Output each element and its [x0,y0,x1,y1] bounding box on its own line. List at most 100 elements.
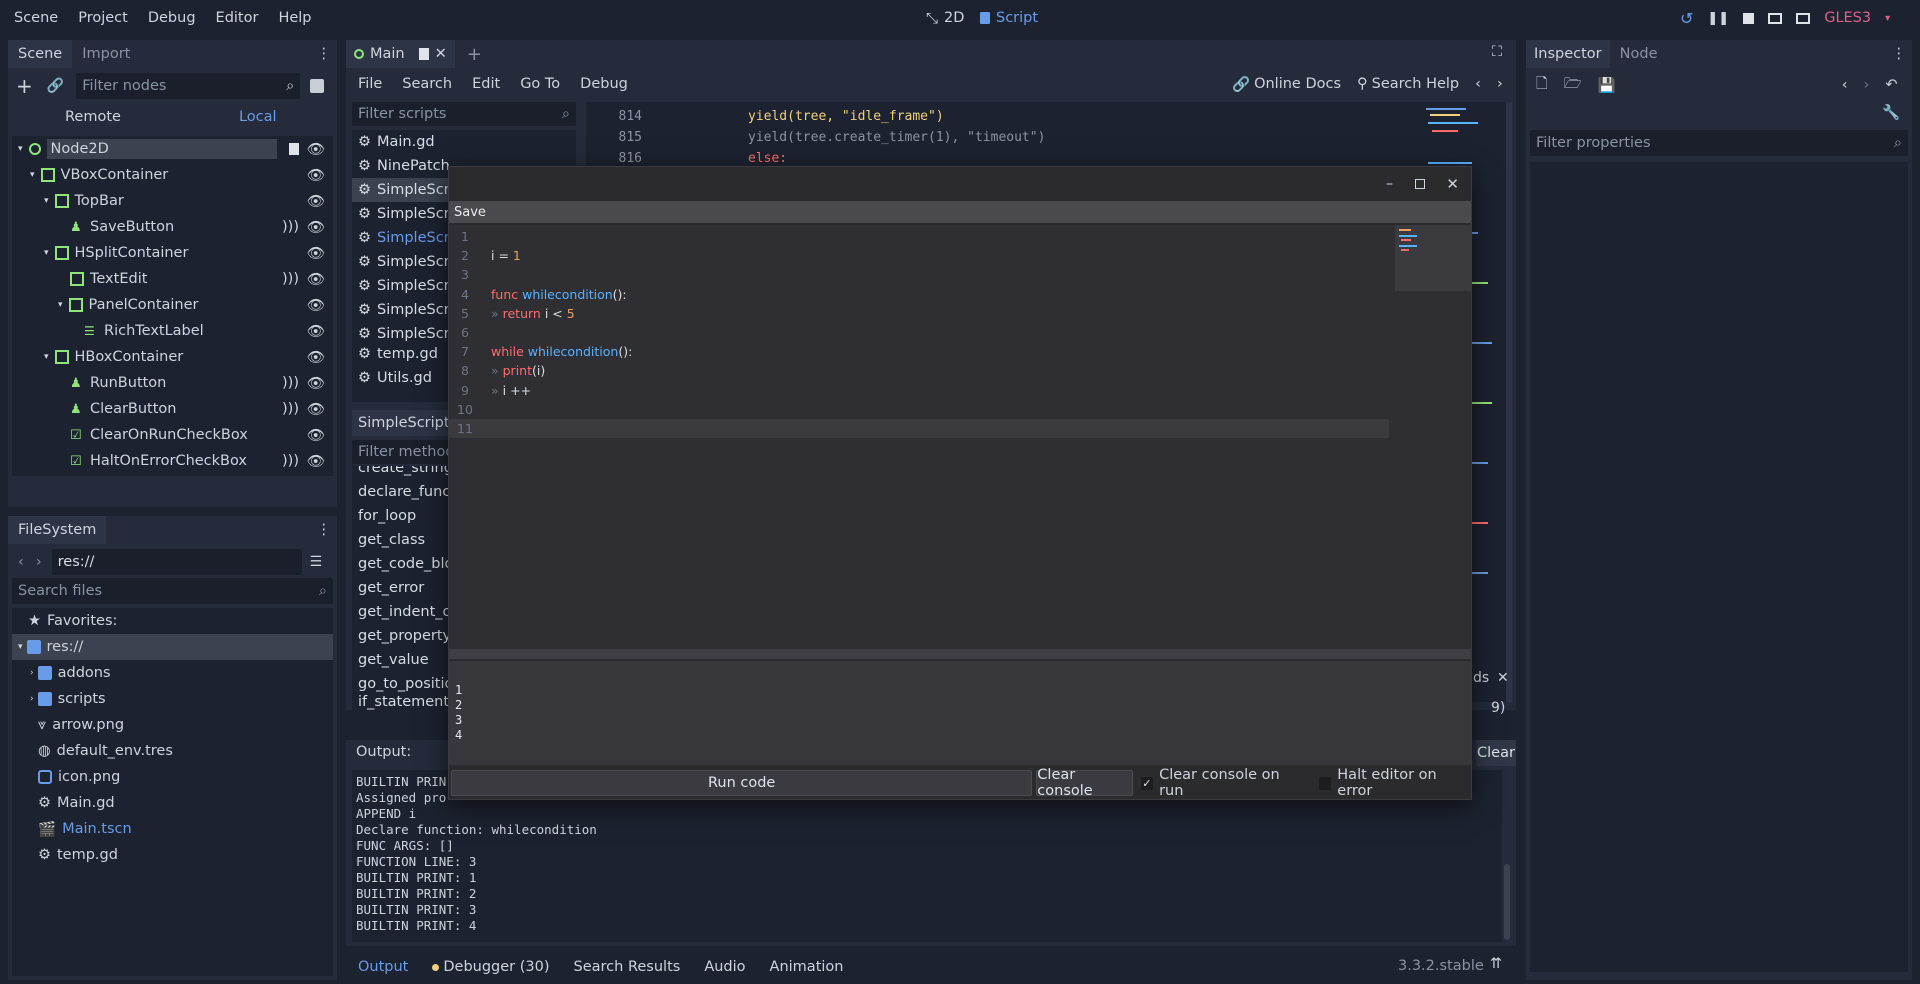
menu-editor[interactable]: Editor [216,10,259,26]
tab-import[interactable]: Import [72,46,140,62]
menu-search[interactable]: Search [402,76,452,92]
fullscreen-icon[interactable]: ⛶ [1492,44,1502,60]
workspace-2d[interactable]: ⤡ 2D [926,0,964,36]
file-item[interactable]: ▾ res:// [12,634,333,660]
next-icon[interactable]: › [1864,77,1870,93]
renderer-label[interactable]: GLES3 [1824,10,1871,26]
link-icon[interactable]: 🔗 [47,78,64,94]
file-item[interactable]: › scripts [12,686,333,712]
favorites-row[interactable]: ★ Favorites: [12,608,333,634]
tab-output[interactable]: Output [358,959,408,975]
menu-goto[interactable]: Go To [520,76,560,92]
tab-audio[interactable]: Audio [704,959,745,975]
filter-properties-input[interactable]: Filter properties ⌕ [1530,130,1908,156]
close-icon[interactable]: ✕ [1446,175,1459,193]
tab-filesystem[interactable]: FileSystem [8,516,107,544]
history-icon[interactable]: ↶ [1885,77,1897,93]
minimize-icon[interactable]: – [1386,176,1393,192]
play-scene-icon[interactable] [1768,12,1783,24]
signal-icon[interactable]: ))) [282,219,299,235]
tree-node[interactable]: ▾ HBoxContainer 👁 [12,344,333,370]
visibility-eye-icon[interactable]: 👁 [307,245,325,262]
menu-project[interactable]: Project [78,10,128,26]
file-item[interactable]: ⚙ temp.gd [12,842,333,868]
workspace-script[interactable]: Script [980,0,1038,36]
visibility-eye-icon[interactable]: 👁 [307,375,325,392]
menu-debug[interactable]: Debug [148,10,196,26]
menu-debug[interactable]: Debug [580,76,628,92]
prev-icon[interactable]: ‹ [1475,76,1481,92]
menu-dots-icon[interactable]: ⋮ [1892,46,1907,62]
visibility-eye-icon[interactable]: 👁 [307,453,325,470]
visibility-eye-icon[interactable]: 👁 [307,271,325,288]
save-button[interactable]: Save [454,205,486,220]
tree-node[interactable]: ♟ RunButton ))) 👁 [12,370,333,396]
chevron-down-icon[interactable]: ▾ [1885,13,1890,24]
maximize-icon[interactable] [1415,179,1425,189]
local-button[interactable]: Local [239,109,277,125]
tools-icon[interactable]: 🔧 [1882,104,1900,121]
tab-search-results[interactable]: Search Results [574,959,681,975]
path-field[interactable]: res:// [51,549,302,575]
menu-dots-icon[interactable]: ⋮ [317,46,332,62]
run-code-button[interactable]: Run code [451,770,1033,796]
visibility-eye-icon[interactable]: 👁 [307,297,325,314]
signal-icon[interactable]: ))) [282,271,299,287]
new-resource-icon[interactable]: 🗋 [1536,73,1548,98]
play-custom-icon[interactable] [1796,12,1811,24]
tree-node[interactable]: ▾ PanelContainer 👁 [12,292,333,318]
tree-node[interactable]: ▾ Node2D 👁 [12,136,333,162]
stop-icon[interactable] [1743,12,1755,24]
add-node-icon[interactable]: + [16,74,33,98]
tab-scene[interactable]: Scene [8,40,73,68]
halt-on-error-checkbox[interactable]: Halt editor on error [1318,767,1471,799]
tree-node[interactable]: ♟ SaveButton ))) 👁 [12,214,333,240]
window-titlebar[interactable]: – ✕ [449,167,1471,201]
tree-node[interactable]: ☑ HaltOnErrorCheckBox ))) 👁 [12,448,333,474]
add-tab-icon[interactable]: + [467,44,482,65]
menu-help[interactable]: Help [278,10,311,26]
expand-bottom-icon[interactable]: ⇈ [1490,956,1502,972]
visibility-eye-icon[interactable]: 👁 [307,219,325,236]
dialog-code-editor[interactable]: 12i = 1 3 4 func whilecondition(): 5» return… [449,225,1471,649]
menu-scene[interactable]: Scene [14,10,58,26]
tab-main[interactable]: Main ✕ [346,40,455,68]
menu-edit[interactable]: Edit [472,76,500,92]
tree-node[interactable]: ▾ HSplitContainer 👁 [12,240,333,266]
script-remove-icon[interactable] [310,79,325,93]
clear-console-button[interactable]: Clear console [1036,767,1133,799]
visibility-eye-icon[interactable]: 👁 [307,349,325,366]
split-handle[interactable] [449,649,1471,659]
tree-node[interactable]: ☑ ClearOnRunCheckBox 👁 [12,422,333,448]
signal-icon[interactable]: ))) [282,375,299,391]
undo-icon[interactable]: ↺ [1680,9,1693,28]
menu-file[interactable]: File [358,76,382,92]
back-icon[interactable]: ‹ [18,554,24,570]
file-item[interactable]: icon.png [12,764,333,790]
save-icon[interactable]: 💾 [1598,77,1616,94]
split-mode-icon[interactable]: ☰ [310,554,323,570]
tab-inspector[interactable]: Inspector [1526,40,1610,68]
signal-icon[interactable]: ))) [282,401,299,417]
dialog-minimap[interactable] [1395,225,1471,291]
output-scrollbar[interactable] [1504,864,1510,940]
visibility-eye-icon[interactable]: 👁 [307,323,325,340]
menu-dots-icon[interactable]: ⋮ [317,522,332,538]
pause-icon[interactable]: ❚❚ [1707,11,1729,26]
open-folder-icon[interactable]: 🗁 [1564,73,1582,98]
tree-node[interactable]: ▾ VBoxContainer 👁 [12,162,333,188]
visibility-eye-icon[interactable]: 👁 [307,401,325,418]
file-item[interactable]: › addons [12,660,333,686]
tab-animation[interactable]: Animation [770,959,844,975]
file-item[interactable]: 🎬 Main.tscn [12,816,333,842]
tab-debugger[interactable]: Debugger (30) [443,959,549,975]
filter-nodes-input[interactable]: Filter nodes ⌕ [76,73,301,99]
filter-scripts-input[interactable]: Filter scripts ⌕ [352,102,576,126]
tab-node[interactable]: Node [1610,46,1668,62]
file-item[interactable]: ◍ default_env.tres [12,738,333,764]
close-icon[interactable]: ✕ [1497,670,1509,686]
search-files-input[interactable]: Search files ⌕ [12,578,333,604]
script-item[interactable]: ⚙ Main.gd [352,130,576,154]
tree-node[interactable]: ▾ TopBar 👁 [12,188,333,214]
signal-icon[interactable]: ))) [282,453,299,469]
